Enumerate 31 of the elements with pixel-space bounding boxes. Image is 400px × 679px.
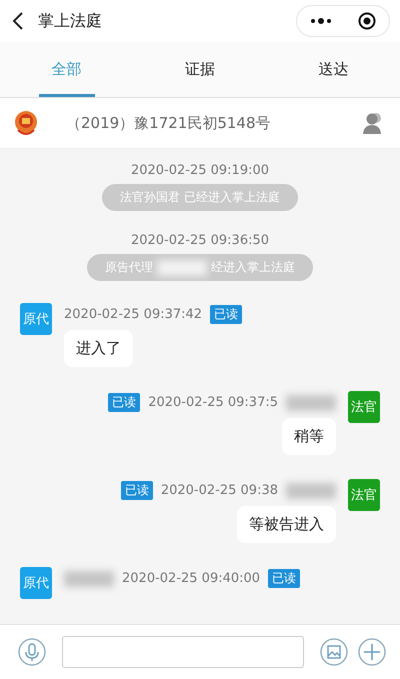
read-badge: 已读: [210, 305, 242, 324]
tab[interactable]: 证据: [133, 42, 267, 97]
sender-avatar: 法官: [348, 391, 380, 423]
message-bubble: 等被告进入: [237, 506, 336, 543]
message-time: 2020-02-25 09:38: [160, 483, 278, 498]
message-input[interactable]: [62, 636, 304, 668]
read-badge: 已读: [108, 393, 140, 412]
back-icon[interactable]: [12, 11, 24, 31]
message-bubble: 进入了: [64, 330, 133, 367]
target-icon[interactable]: [358, 12, 376, 30]
message-time: 2020-02-25 09:37:5: [148, 395, 278, 410]
message-time: 2020-02-25 09:40:00: [122, 571, 260, 586]
capsule-menu[interactable]: [296, 5, 390, 37]
sender-avatar: 法官: [348, 479, 380, 511]
message-time: 2020-02-25 09:19:00: [130, 163, 270, 178]
blurred-area: [157, 260, 207, 276]
page-title: 掌上法庭: [38, 10, 103, 32]
microphone-icon[interactable]: [18, 638, 46, 666]
message-bubble: 稍等: [282, 418, 336, 455]
message-time: 2020-02-25 09:36:50: [130, 233, 270, 248]
plus-icon[interactable]: [358, 638, 386, 666]
emblem-icon: [14, 110, 38, 136]
message-time: 2020-02-25 09:37:42: [64, 307, 202, 322]
image-icon[interactable]: [320, 638, 348, 666]
tab[interactable]: 送达: [266, 42, 400, 97]
sender-avatar: 原代: [20, 567, 52, 599]
read-badge: 已读: [268, 569, 300, 588]
more-icon[interactable]: [310, 18, 332, 24]
read-badge: 已读: [120, 481, 153, 500]
sender-avatar: 原代: [20, 303, 52, 335]
case-number: （2019）豫1721民初5148号: [66, 114, 272, 132]
